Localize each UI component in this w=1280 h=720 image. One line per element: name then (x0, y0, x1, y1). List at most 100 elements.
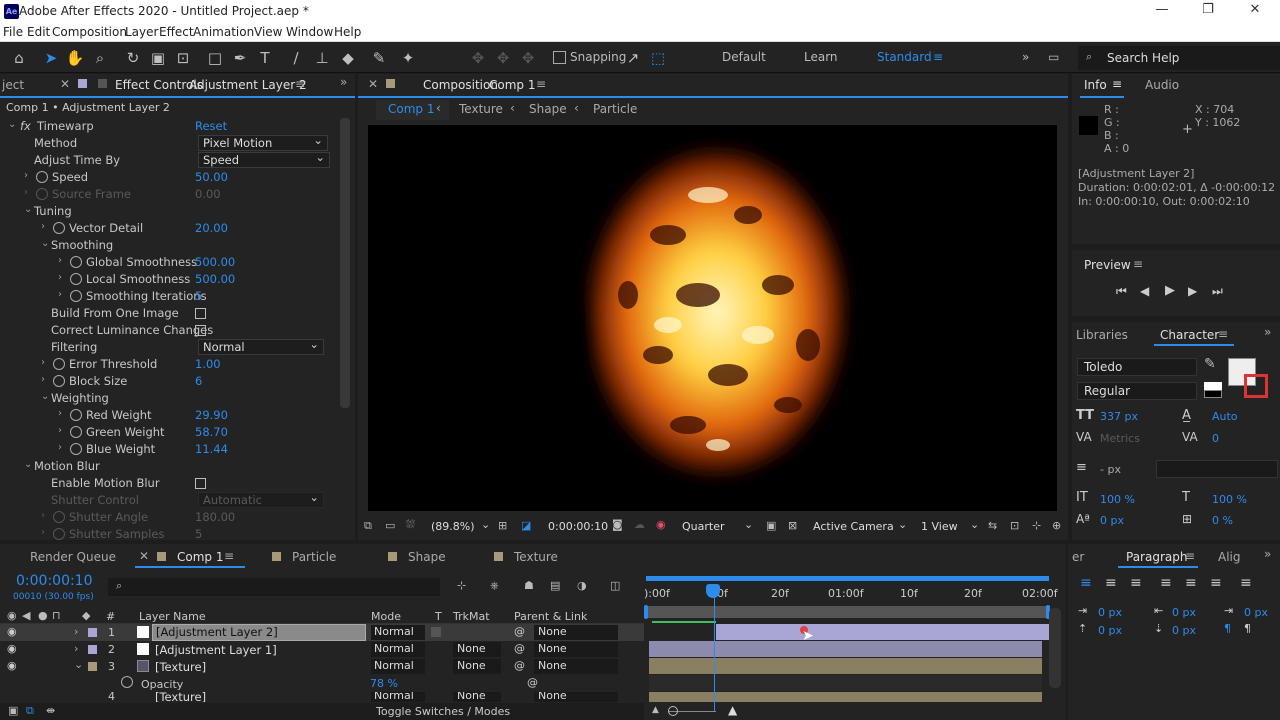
stopwatch-icon[interactable] (53, 375, 65, 387)
eye-icon[interactable]: ◉ (7, 659, 17, 672)
libraries-tab[interactable]: Libraries (1076, 328, 1128, 342)
timeline-graph-area[interactable]: ):00f 10f 20f 01:00f 10f 20f 02:00f ➤ ▲ … (644, 572, 1066, 720)
preview-tab[interactable]: Preview (1084, 258, 1131, 272)
camera-view-dropdown[interactable]: Active Camera (813, 520, 894, 533)
layer-search-input[interactable]: ⌕ (108, 578, 440, 596)
panel-menu-icon[interactable]: ≡ (295, 77, 305, 91)
stopwatch-icon[interactable] (70, 409, 82, 421)
trkmat-dropdown[interactable]: None (453, 642, 501, 657)
menu-effect[interactable]: Effect (159, 25, 194, 39)
stopwatch-icon[interactable] (53, 222, 65, 234)
justify-all-icon[interactable]: ≡ (1240, 575, 1252, 591)
roto-brush-tool-icon[interactable]: ✎ (368, 47, 390, 69)
expression-pickwhip-icon[interactable]: @ (527, 676, 538, 689)
indent-right-value[interactable]: 0 px (1244, 606, 1268, 619)
opacity-track[interactable] (649, 675, 1042, 691)
correct-luminance-checkbox[interactable] (195, 325, 206, 336)
expand-panels-icon[interactable]: » (1264, 325, 1271, 339)
enable-motion-blur-checkbox[interactable] (195, 478, 206, 489)
expand-panels-icon[interactable]: » (340, 75, 347, 89)
snap-target-icon[interactable]: ⬚ (647, 47, 669, 69)
rotate-tool-icon[interactable]: ↻ (122, 47, 144, 69)
panel-menu-icon[interactable]: ≡ (224, 549, 234, 563)
reset-link[interactable]: Reset (195, 119, 227, 133)
work-area-start-handle[interactable] (644, 605, 648, 619)
parent-dropdown[interactable]: None (534, 642, 618, 657)
layer-row[interactable]: ◉ › 1 [Adjustment Layer 2] Normal @ None (0, 624, 644, 641)
last-frame-icon[interactable]: ⏭ (1212, 284, 1223, 299)
stopwatch-icon[interactable] (70, 256, 82, 268)
eyedropper-icon[interactable]: ✎ (1204, 356, 1224, 376)
composition-tab[interactable]: Composition (423, 78, 498, 92)
expand-arrow-icon[interactable]: › (74, 625, 78, 638)
rectangle-tool-icon[interactable]: □ (204, 47, 226, 69)
stopwatch-icon[interactable] (70, 426, 82, 438)
snapshot-icon[interactable]: ◙ (612, 518, 623, 531)
stopwatch-icon[interactable] (70, 273, 82, 285)
close-button[interactable]: ✕ (1240, 2, 1270, 17)
workspace-standard[interactable]: Standard (877, 50, 932, 64)
draft-3d-icon[interactable]: ⎈ (490, 579, 499, 593)
play-icon[interactable]: ▶ (1165, 283, 1175, 298)
render-queue-tab[interactable]: Render Queue (30, 550, 116, 564)
view-layout-dropdown[interactable]: 1 View (921, 520, 958, 533)
ltr-direction-icon[interactable]: ¶ (1224, 622, 1231, 635)
tsume-value[interactable]: 0 % (1212, 514, 1233, 527)
hand-tool-icon[interactable]: ✋ (64, 47, 86, 69)
comp-flowchart-icon[interactable]: ⊹ (457, 579, 466, 592)
eye-icon[interactable]: ◉ (7, 642, 17, 655)
restore-button[interactable]: ❐ (1193, 2, 1223, 17)
vr-icon[interactable]: ▭ (385, 519, 395, 532)
next-frame-icon[interactable]: ▶ (1188, 284, 1197, 298)
menu-composition[interactable]: Composition (52, 25, 127, 39)
pickwhip-icon[interactable]: @ (514, 625, 525, 638)
composition-viewer[interactable] (368, 125, 1057, 511)
mask-visibility-icon[interactable]: ⛆ (406, 518, 415, 532)
playhead-handle[interactable] (706, 584, 720, 598)
label-color-icon[interactable] (88, 645, 97, 654)
menu-file[interactable]: File (3, 25, 23, 39)
audio-tab[interactable]: Audio (1145, 78, 1179, 92)
close-tab-icon[interactable]: ✕ (139, 549, 149, 563)
stroke-color-swatch[interactable] (1244, 374, 1268, 398)
scrollbar[interactable] (340, 118, 350, 408)
justify-left-icon[interactable]: ≡ (1160, 575, 1172, 591)
label-color-icon[interactable] (88, 628, 97, 637)
layer-switches-icon[interactable]: ▣ (8, 704, 18, 717)
fast-previews-icon[interactable]: ▣ (766, 519, 776, 532)
stopwatch-icon[interactable] (36, 171, 48, 183)
magnification-dropdown[interactable]: (89.8%) (431, 520, 475, 533)
home-icon[interactable]: ⌂ (8, 47, 30, 69)
kerning-value[interactable]: Metrics (1100, 432, 1140, 445)
panel-menu-icon[interactable]: ≡ (536, 77, 546, 91)
justify-right-icon[interactable]: ≡ (1210, 575, 1222, 591)
texture-timeline-tab[interactable]: Texture (514, 550, 558, 564)
align-left-icon[interactable]: ≡ (1080, 575, 1092, 591)
left-collapsed-tab[interactable]: er (1072, 550, 1084, 564)
opacity-value[interactable]: 78 % (370, 677, 398, 690)
eye-icon[interactable]: ◉ (7, 625, 17, 638)
info-tab[interactable]: Info (1084, 78, 1107, 92)
layer-bar-texture[interactable] (649, 658, 1042, 674)
more-workspaces-icon[interactable]: » (1022, 50, 1029, 64)
always-preview-icon[interactable]: ⧉ (364, 519, 372, 533)
pickwhip-icon[interactable]: @ (514, 659, 525, 672)
label-color-icon[interactable] (88, 662, 97, 671)
layer-name[interactable]: [Adjustment Layer 1] (155, 643, 277, 657)
filtering-dropdown[interactable]: Normal (198, 337, 324, 355)
puppet-pin-tool-icon[interactable]: ✦ (397, 47, 419, 69)
clone-stamp-tool-icon[interactable]: ⊥ (311, 47, 333, 69)
frame-blending-icon[interactable]: ▤ (550, 579, 560, 592)
workspace-learn[interactable]: Learn (804, 50, 838, 64)
project-tab[interactable]: ject (2, 78, 24, 92)
shape-timeline-tab[interactable]: Shape (408, 550, 446, 564)
align-center-icon[interactable]: ≡ (1105, 575, 1117, 591)
trkmat-dropdown[interactable]: None (453, 659, 501, 674)
panel-menu-icon[interactable]: ≡ (1218, 327, 1228, 341)
horizontal-scale-value[interactable]: 100 % (1212, 493, 1247, 506)
particle-timeline-tab[interactable]: Particle (292, 550, 336, 564)
graph-editor-icon[interactable]: ◫ (610, 579, 620, 592)
menu-animation[interactable]: Animation (193, 25, 254, 39)
parent-dropdown[interactable]: None (534, 625, 618, 640)
method-dropdown[interactable]: Pixel Motion (198, 133, 328, 151)
